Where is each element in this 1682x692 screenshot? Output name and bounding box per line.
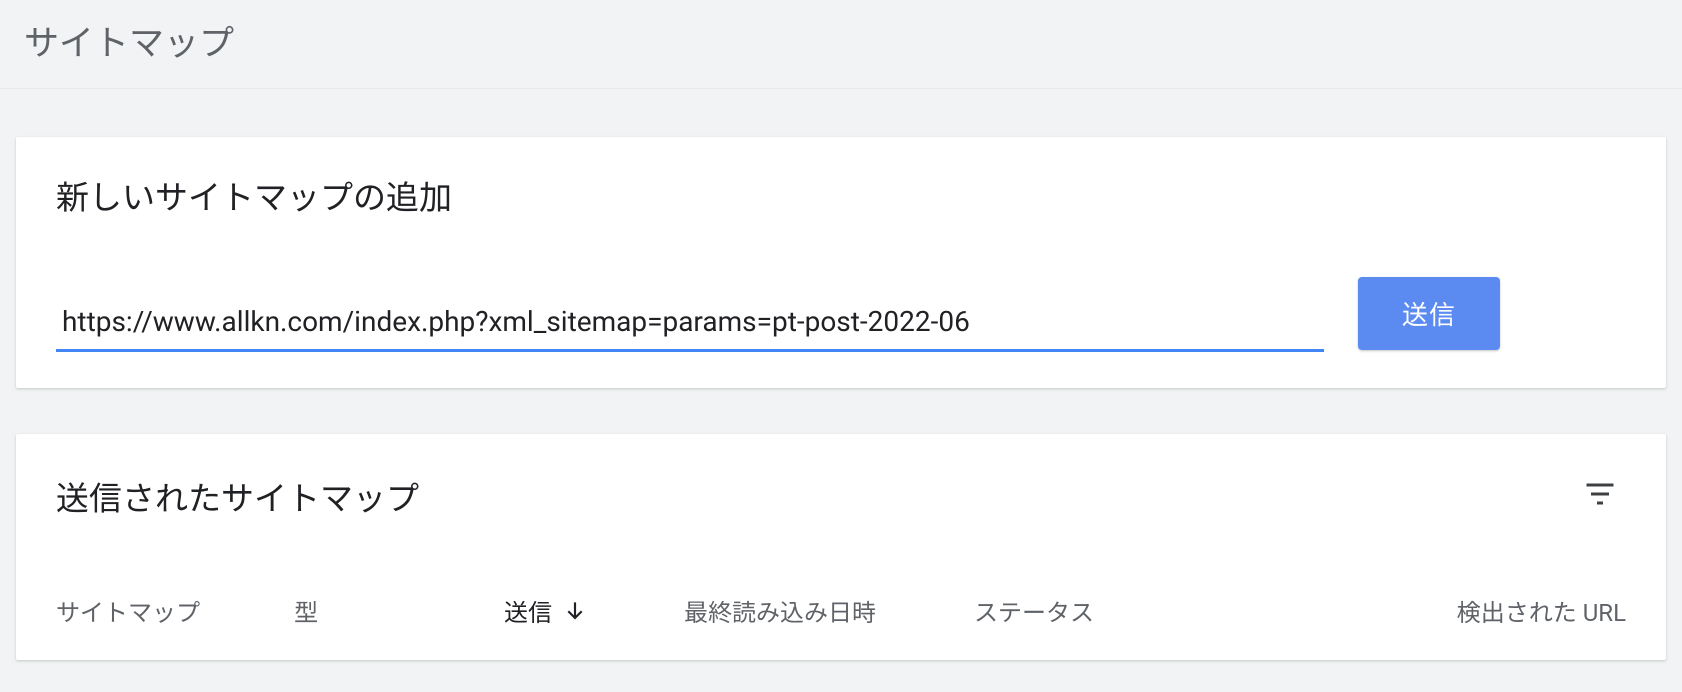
submitted-sitemaps-title: 送信されたサイトマップ: [56, 472, 419, 520]
filter-button[interactable]: [1574, 468, 1626, 523]
sitemap-url-input-wrap: [56, 302, 1324, 352]
col-sent-label: 送信: [504, 593, 552, 628]
col-type[interactable]: 型: [294, 593, 504, 628]
page-title: サイトマップ: [24, 15, 1658, 66]
spacer: [0, 89, 1682, 137]
sort-descending-icon: [562, 598, 588, 624]
page-title-bar: サイトマップ: [0, 0, 1682, 89]
add-sitemap-row: 送信: [56, 277, 1626, 352]
submitted-sitemaps-card: 送信されたサイトマップ サイトマップ 型 送信 最終読み込み日時 ステータス 検…: [16, 434, 1666, 660]
col-sent[interactable]: 送信: [504, 593, 684, 628]
add-sitemap-title: 新しいサイトマップの追加: [56, 171, 1626, 219]
submit-button[interactable]: 送信: [1358, 277, 1500, 350]
col-sitemap[interactable]: サイトマップ: [56, 593, 294, 628]
sitemaps-table-header: サイトマップ 型 送信 最終読み込み日時 ステータス 検出された URL: [56, 593, 1626, 660]
filter-icon: [1582, 476, 1618, 515]
sitemap-url-input[interactable]: [56, 302, 1324, 352]
col-last-read[interactable]: 最終読み込み日時: [684, 593, 974, 628]
submitted-sitemaps-header: 送信されたサイトマップ: [56, 468, 1626, 523]
col-status[interactable]: ステータス: [974, 593, 1324, 628]
add-sitemap-card: 新しいサイトマップの追加 送信: [16, 137, 1666, 388]
col-discovered-urls[interactable]: 検出された URL: [1324, 593, 1626, 628]
